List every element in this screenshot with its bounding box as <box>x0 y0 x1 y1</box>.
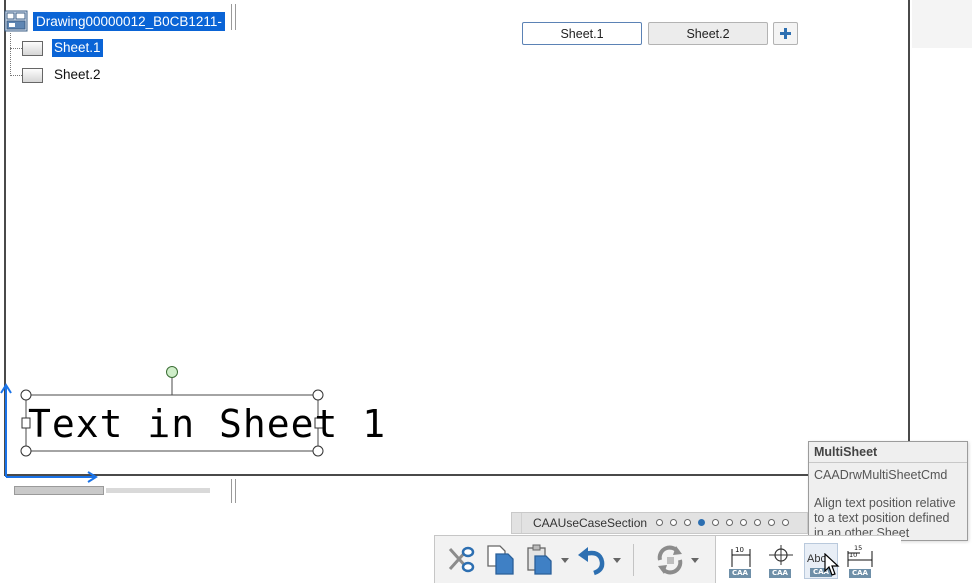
splitter-top-2 <box>235 4 236 30</box>
update-icon <box>657 545 683 575</box>
update-button[interactable] <box>653 543 687 577</box>
horizontal-scroll-thumb[interactable] <box>14 486 104 495</box>
section-page-dot[interactable] <box>740 519 747 526</box>
caa-point-button[interactable]: CAA <box>764 543 798 579</box>
undo-button[interactable] <box>575 543 609 577</box>
resize-handle[interactable] <box>20 445 32 457</box>
section-grip[interactable] <box>512 513 522 533</box>
chevron-down-icon <box>613 557 621 563</box>
svg-text:10: 10 <box>735 546 744 554</box>
svg-text:10: 10 <box>849 551 857 559</box>
splitter-top <box>231 4 232 30</box>
tree-root-label[interactable]: Drawing00000012_B0CB1211- <box>33 11 225 31</box>
tree-item-sheet-1[interactable]: Sheet.1 <box>22 38 103 58</box>
section-page-dot[interactable] <box>698 519 705 526</box>
undo-dropdown-arrow[interactable] <box>613 556 621 564</box>
paste-icon <box>527 544 552 575</box>
caa-label: CAA <box>849 569 871 578</box>
tree-item-label[interactable]: Sheet.1 <box>52 39 103 57</box>
viewer-right-margin <box>912 0 972 48</box>
caa-label: CAA <box>769 569 791 578</box>
caa-label: CAA <box>729 569 751 578</box>
undo-icon <box>578 547 605 576</box>
toolbar-separator <box>633 544 634 576</box>
cumulative-dimension-icon: 15 10 <box>847 544 873 567</box>
sheet-icon <box>22 40 43 56</box>
tree-item-sheet-2[interactable]: Sheet.2 <box>22 65 103 85</box>
add-sheet-button[interactable] <box>773 22 798 45</box>
caa-toolbar-group: 10 CAA CAA Abc CAA 15 10 CAA <box>715 536 901 583</box>
command-tooltip: MultiSheet CAADrwMultiSheetCmd Align tex… <box>808 441 968 541</box>
drawing-text[interactable]: Text in Sheet 1 <box>28 402 386 446</box>
section-page-dot[interactable] <box>656 519 663 526</box>
resize-handle[interactable] <box>20 389 32 401</box>
tree-root[interactable]: Drawing00000012_B0CB1211- <box>4 10 225 32</box>
copy-icon <box>487 545 514 575</box>
copy-button[interactable] <box>483 543 517 577</box>
cut-icon <box>448 546 475 573</box>
section-bar[interactable]: CAAUseCaseSection <box>511 512 808 534</box>
cut-button[interactable] <box>443 543 477 577</box>
tree-connector <box>10 33 11 76</box>
resize-handle[interactable] <box>312 389 324 401</box>
tree-connector-branch-2 <box>10 75 22 76</box>
tooltip-command: CAADrwMultiSheetCmd <box>814 468 948 482</box>
tooltip-description: Align text position relative to a text p… <box>814 496 956 540</box>
tooltip-title: MultiSheet <box>809 442 967 463</box>
sheet-icon <box>22 67 43 83</box>
mouse-cursor-icon <box>824 553 840 576</box>
plus-icon <box>780 28 791 39</box>
crosshair-icon <box>769 545 793 565</box>
caa-dimension-button[interactable]: 10 CAA <box>724 543 758 579</box>
caa-cumulative-dimension-button[interactable]: 15 10 CAA <box>844 543 878 579</box>
update-dropdown-arrow[interactable] <box>691 556 699 564</box>
rotation-handle[interactable] <box>166 366 178 378</box>
tab-sheet-1[interactable]: Sheet.1 <box>522 22 642 45</box>
section-page-dot[interactable] <box>670 519 677 526</box>
paste-dropdown-arrow[interactable] <box>561 556 569 564</box>
section-page-dot[interactable] <box>768 519 775 526</box>
resize-handle[interactable] <box>312 445 324 457</box>
dimension-icon: 10 <box>731 546 751 567</box>
section-page-dot[interactable] <box>712 519 719 526</box>
section-page-dot[interactable] <box>684 519 691 526</box>
tree-connector-branch-1 <box>10 48 22 49</box>
tree-item-label[interactable]: Sheet.2 <box>52 66 103 84</box>
section-page-dot[interactable] <box>782 519 789 526</box>
tab-sheet-2[interactable]: Sheet.2 <box>648 22 768 45</box>
drawing-document-icon <box>4 10 28 32</box>
section-page-dot[interactable] <box>726 519 733 526</box>
section-label[interactable]: CAAUseCaseSection <box>533 516 647 530</box>
section-pager <box>656 519 796 526</box>
section-page-dot[interactable] <box>754 519 761 526</box>
chevron-down-icon <box>691 557 699 563</box>
chevron-down-icon <box>561 557 569 563</box>
app-window: Drawing00000012_B0CB1211- Sheet.1 Sheet.… <box>0 0 972 583</box>
paste-button[interactable] <box>523 543 557 577</box>
horizontal-scroll-track[interactable] <box>106 488 210 493</box>
